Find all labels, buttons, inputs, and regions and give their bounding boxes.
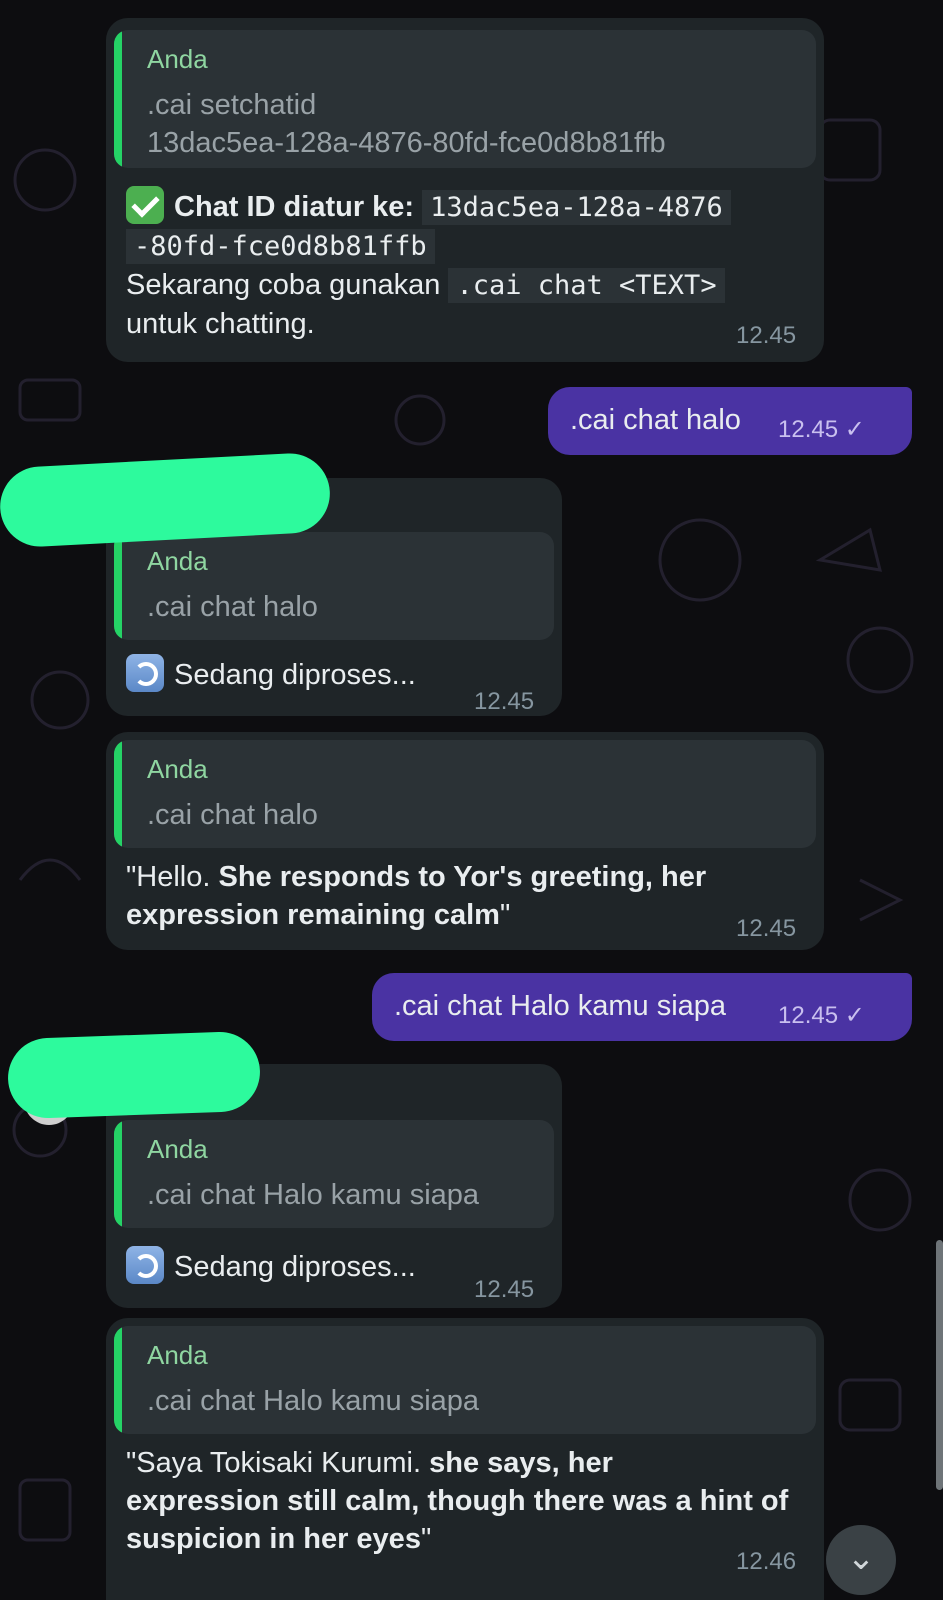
quote-sender: Anda [147, 546, 208, 576]
message-bold-cont2: suspicion in her eyes [126, 1523, 421, 1555]
message-text: Chat ID diatur ke: 13dac5ea-128a-4876 -8… [126, 186, 806, 343]
quote-sender: Anda [147, 1340, 208, 1370]
message-plain: "Hello. [126, 861, 219, 893]
message-text: .cai chat halo [570, 404, 741, 436]
sync-icon [126, 1246, 164, 1284]
bold-label: Chat ID diatur ke: [174, 191, 415, 223]
quote-sender: Anda [147, 44, 208, 74]
instruction-text-end: untuk chatting. [126, 308, 315, 340]
message-plain: "Saya Tokisaki Kurumi. [126, 1447, 430, 1479]
quote-text: .cai chat halo [147, 591, 318, 623]
message-text: "Hello. She responds to Yor's greeting, … [126, 858, 806, 934]
quoted-message[interactable]: Anda .cai chat Halo kamu siapa [114, 1120, 554, 1228]
quoted-message[interactable]: Anda .cai chat halo [114, 532, 554, 640]
message-bubble-incoming[interactable]: Anda .cai chat halo "Hello. She responds… [106, 732, 824, 950]
message-bubble-incoming[interactable]: Anda .cai chat Halo kamu siapa "Saya Tok… [106, 1318, 824, 1600]
quote-text: .cai setchatid 13dac5ea-128a-4876-80fd-f… [147, 89, 666, 159]
message-time: 12.45 [736, 322, 797, 349]
message-end-quote: " [420, 1523, 432, 1555]
double-chevron-down-icon: ⌄ [846, 1539, 876, 1577]
quoted-message[interactable]: Anda .cai chat halo [114, 740, 816, 848]
instruction-text: Sekarang coba gunakan [126, 269, 441, 301]
redaction-mark [6, 1030, 262, 1120]
quote-sender: Anda [147, 1134, 208, 1164]
message-bold: She responds to Yor's greeting, her [218, 861, 707, 893]
message-time: 12.45 [474, 1276, 535, 1303]
chat-id-code-cont: -80fd-fce0d8b81ffb [126, 229, 435, 264]
message-bold: she says, her [429, 1447, 613, 1479]
message-bold-cont: expression still calm, though there was … [126, 1485, 789, 1517]
message-time: 12.45 [736, 915, 797, 942]
message-text: .cai chat Halo kamu siapa [394, 990, 727, 1022]
message-text: "Saya Tokisaki Kurumi. she says, her exp… [126, 1444, 816, 1558]
message-status-row: Sedang diproses... [126, 1246, 416, 1286]
chat-id-code: 13dac5ea-128a-4876 [422, 190, 731, 225]
check-mark-icon [126, 186, 164, 224]
quote-text: .cai chat Halo kamu siapa [147, 1179, 480, 1211]
command-code: .cai chat <TEXT> [448, 268, 725, 303]
message-bubble-incoming[interactable]: Anda .cai setchatid 13dac5ea-128a-4876-8… [106, 18, 824, 362]
message-bubble-outgoing[interactable]: .cai chat halo 12.45 ✓ [548, 387, 912, 455]
quote-text: .cai chat Halo kamu siapa [147, 1385, 480, 1417]
scroll-to-bottom-button[interactable]: ⌄ [826, 1525, 896, 1595]
message-bubble-outgoing[interactable]: .cai chat Halo kamu siapa 12.45 ✓ [372, 973, 912, 1041]
quoted-message[interactable]: Anda .cai chat Halo kamu siapa [114, 1326, 816, 1434]
quote-text: .cai chat halo [147, 799, 318, 831]
message-status-row: Sedang diproses... [126, 654, 416, 694]
message-bold-cont: expression remaining calm [126, 899, 500, 931]
message-time: 12.45 ✓ [778, 1002, 865, 1029]
message-text: Sedang diproses... [174, 659, 416, 691]
quote-sender: Anda [147, 754, 208, 784]
sync-icon [126, 654, 164, 692]
message-time: 12.45 [474, 688, 535, 715]
scrollbar[interactable] [936, 1240, 943, 1490]
message-text: Sedang diproses... [174, 1251, 416, 1283]
message-time: 12.46 [736, 1548, 797, 1575]
message-time: 12.45 ✓ [778, 416, 865, 443]
message-end-quote: " [499, 899, 511, 931]
quoted-message[interactable]: Anda .cai setchatid 13dac5ea-128a-4876-8… [114, 30, 816, 168]
